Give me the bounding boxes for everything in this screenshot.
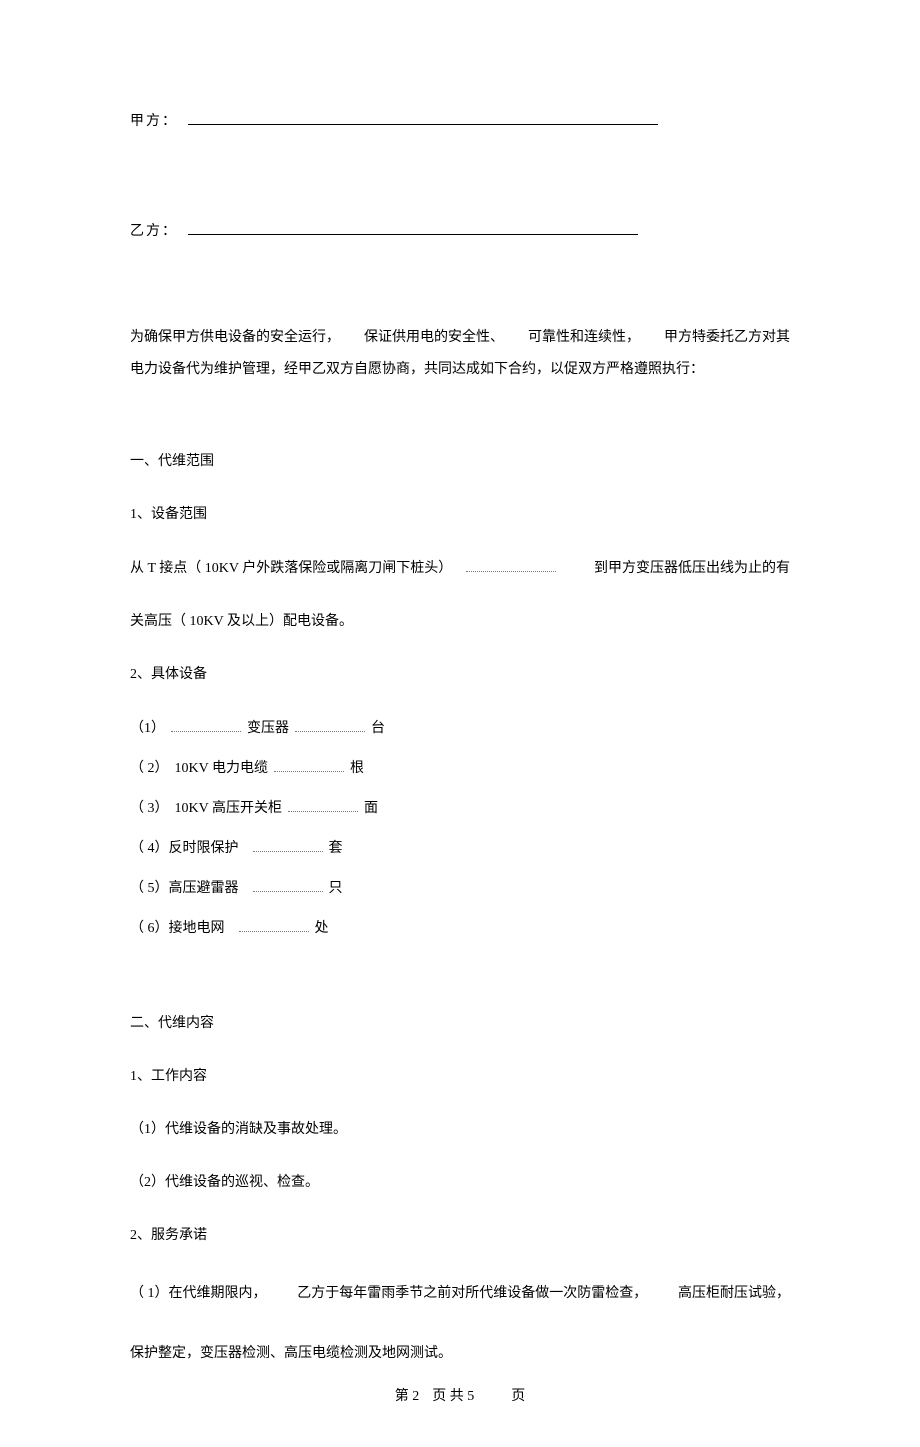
equip-name: 反时限保护 — [169, 838, 239, 859]
footer-part-1: 第 2 — [395, 1389, 420, 1404]
equip-blank — [274, 757, 344, 772]
promise-line-2: 保护整定，变压器检测、高压电缆检测及地网测试。 — [130, 1334, 790, 1373]
equip-prefix: （1） — [130, 718, 165, 739]
equip-blank-2 — [295, 717, 365, 732]
equip-unit: 只 — [329, 878, 343, 899]
page-footer: 第 2 页 共 5 页 — [0, 1386, 920, 1407]
section-1-title: 一、代维范围 — [130, 442, 790, 481]
party-b-label: 乙方： — [130, 221, 178, 242]
scope-line-2: 关高压（ 10KV 及以上）配电设备。 — [130, 602, 790, 641]
equip-item-2: （ 2） 10KV 电力电缆 根 — [130, 748, 790, 788]
equip-unit: 根 — [350, 758, 364, 779]
equip-prefix: （ 4） — [130, 838, 169, 859]
footer-part-2: 页 共 5 — [432, 1389, 474, 1404]
equip-unit: 处 — [315, 918, 329, 939]
equip-name: 10KV 电力电缆 — [175, 758, 268, 779]
promise-line-1-seg2: 乙方于每年雷雨季节之前对所代维设备做一次防雷检查， — [297, 1278, 647, 1310]
equip-blank — [253, 877, 323, 892]
spacer — [130, 132, 790, 220]
intro-line-1: 为确保甲方供电设备的安全运行， 保证供用电的安全性、 可靠性和连续性， 甲方特委… — [130, 322, 790, 354]
promise-line-1-seg3: 高压柜耐压试验， — [678, 1278, 790, 1310]
footer-part-3: 页 — [511, 1389, 525, 1404]
scope-text-a: 从 T 接点（ 10KV 户外跌落保险或隔离刀闸下桩头） — [130, 558, 452, 579]
document-page: 甲方： 乙方： 为确保甲方供电设备的安全运行， 保证供用电的安全性、 可靠性和连… — [0, 0, 920, 1447]
intro-line-1-seg2: 保证供用电的安全性、 — [364, 322, 504, 354]
equip-prefix: （ 5） — [130, 878, 169, 899]
equip-prefix: （ 2） — [130, 758, 169, 779]
promise-line-1-seg1: （ 1）在代维期限内， — [130, 1278, 267, 1310]
scope-text-b: 到甲方变压器低压出线为止的有 — [594, 558, 790, 579]
section-1-p1: 1、设备范围 — [130, 495, 790, 534]
section-2-title: 二、代维内容 — [130, 1004, 790, 1043]
equip-prefix: （ 3） — [130, 798, 169, 819]
equip-unit: 套 — [329, 838, 343, 859]
party-a-label: 甲方： — [130, 111, 178, 132]
equip-item-3: （ 3） 10KV 高压开关柜 面 — [130, 788, 790, 828]
equip-name: 10KV 高压开关柜 — [175, 798, 282, 819]
party-b-line: 乙方： — [130, 220, 790, 242]
party-a-line: 甲方： — [130, 110, 790, 132]
equip-name: 变压器 — [247, 718, 289, 739]
intro-line-1-seg1: 为确保甲方供电设备的安全运行， — [130, 322, 340, 354]
work-item-2: （2）代维设备的巡视、检查。 — [130, 1163, 790, 1202]
spacer — [130, 948, 790, 990]
equip-item-1: （1） 变压器 台 — [130, 708, 790, 748]
equip-blank — [253, 837, 323, 852]
spacer — [130, 386, 790, 428]
scope-line-1: 从 T 接点（ 10KV 户外跌落保险或隔离刀闸下桩头） 到甲方变压器低压出线为… — [130, 548, 790, 588]
equip-item-4: （ 4） 反时限保护 套 — [130, 828, 790, 868]
work-item-1: （1）代维设备的消缺及事故处理。 — [130, 1110, 790, 1149]
promise-line-1: （ 1）在代维期限内， 乙方于每年雷雨季节之前对所代维设备做一次防雷检查， 高压… — [130, 1269, 790, 1319]
section-2-p2: 2、服务承诺 — [130, 1216, 790, 1255]
intro-line-1-seg3: 可靠性和连续性， — [528, 322, 640, 354]
equip-unit: 台 — [371, 718, 385, 739]
equip-item-5: （ 5） 高压避雷器 只 — [130, 868, 790, 908]
equip-item-6: （ 6） 接地电网 处 — [130, 908, 790, 948]
equip-name: 高压避雷器 — [169, 878, 239, 899]
party-a-blank — [188, 110, 658, 125]
equip-blank — [171, 717, 241, 732]
spacer — [130, 242, 790, 322]
intro-line-2: 电力设备代为维护管理，经甲乙双方自愿协商，共同达成如下合约，以促双方严格遵照执行… — [130, 354, 790, 386]
intro-line-1-seg4: 甲方特委托乙方对其 — [664, 322, 790, 354]
equip-blank — [239, 917, 309, 932]
section-1-p2: 2、具体设备 — [130, 655, 790, 694]
equip-prefix: （ 6） — [130, 918, 169, 939]
equip-name: 接地电网 — [169, 918, 225, 939]
equip-unit: 面 — [364, 798, 378, 819]
equip-blank — [288, 797, 358, 812]
scope-blank — [466, 557, 556, 572]
section-2-p1: 1、工作内容 — [130, 1057, 790, 1096]
party-b-blank — [188, 220, 638, 235]
